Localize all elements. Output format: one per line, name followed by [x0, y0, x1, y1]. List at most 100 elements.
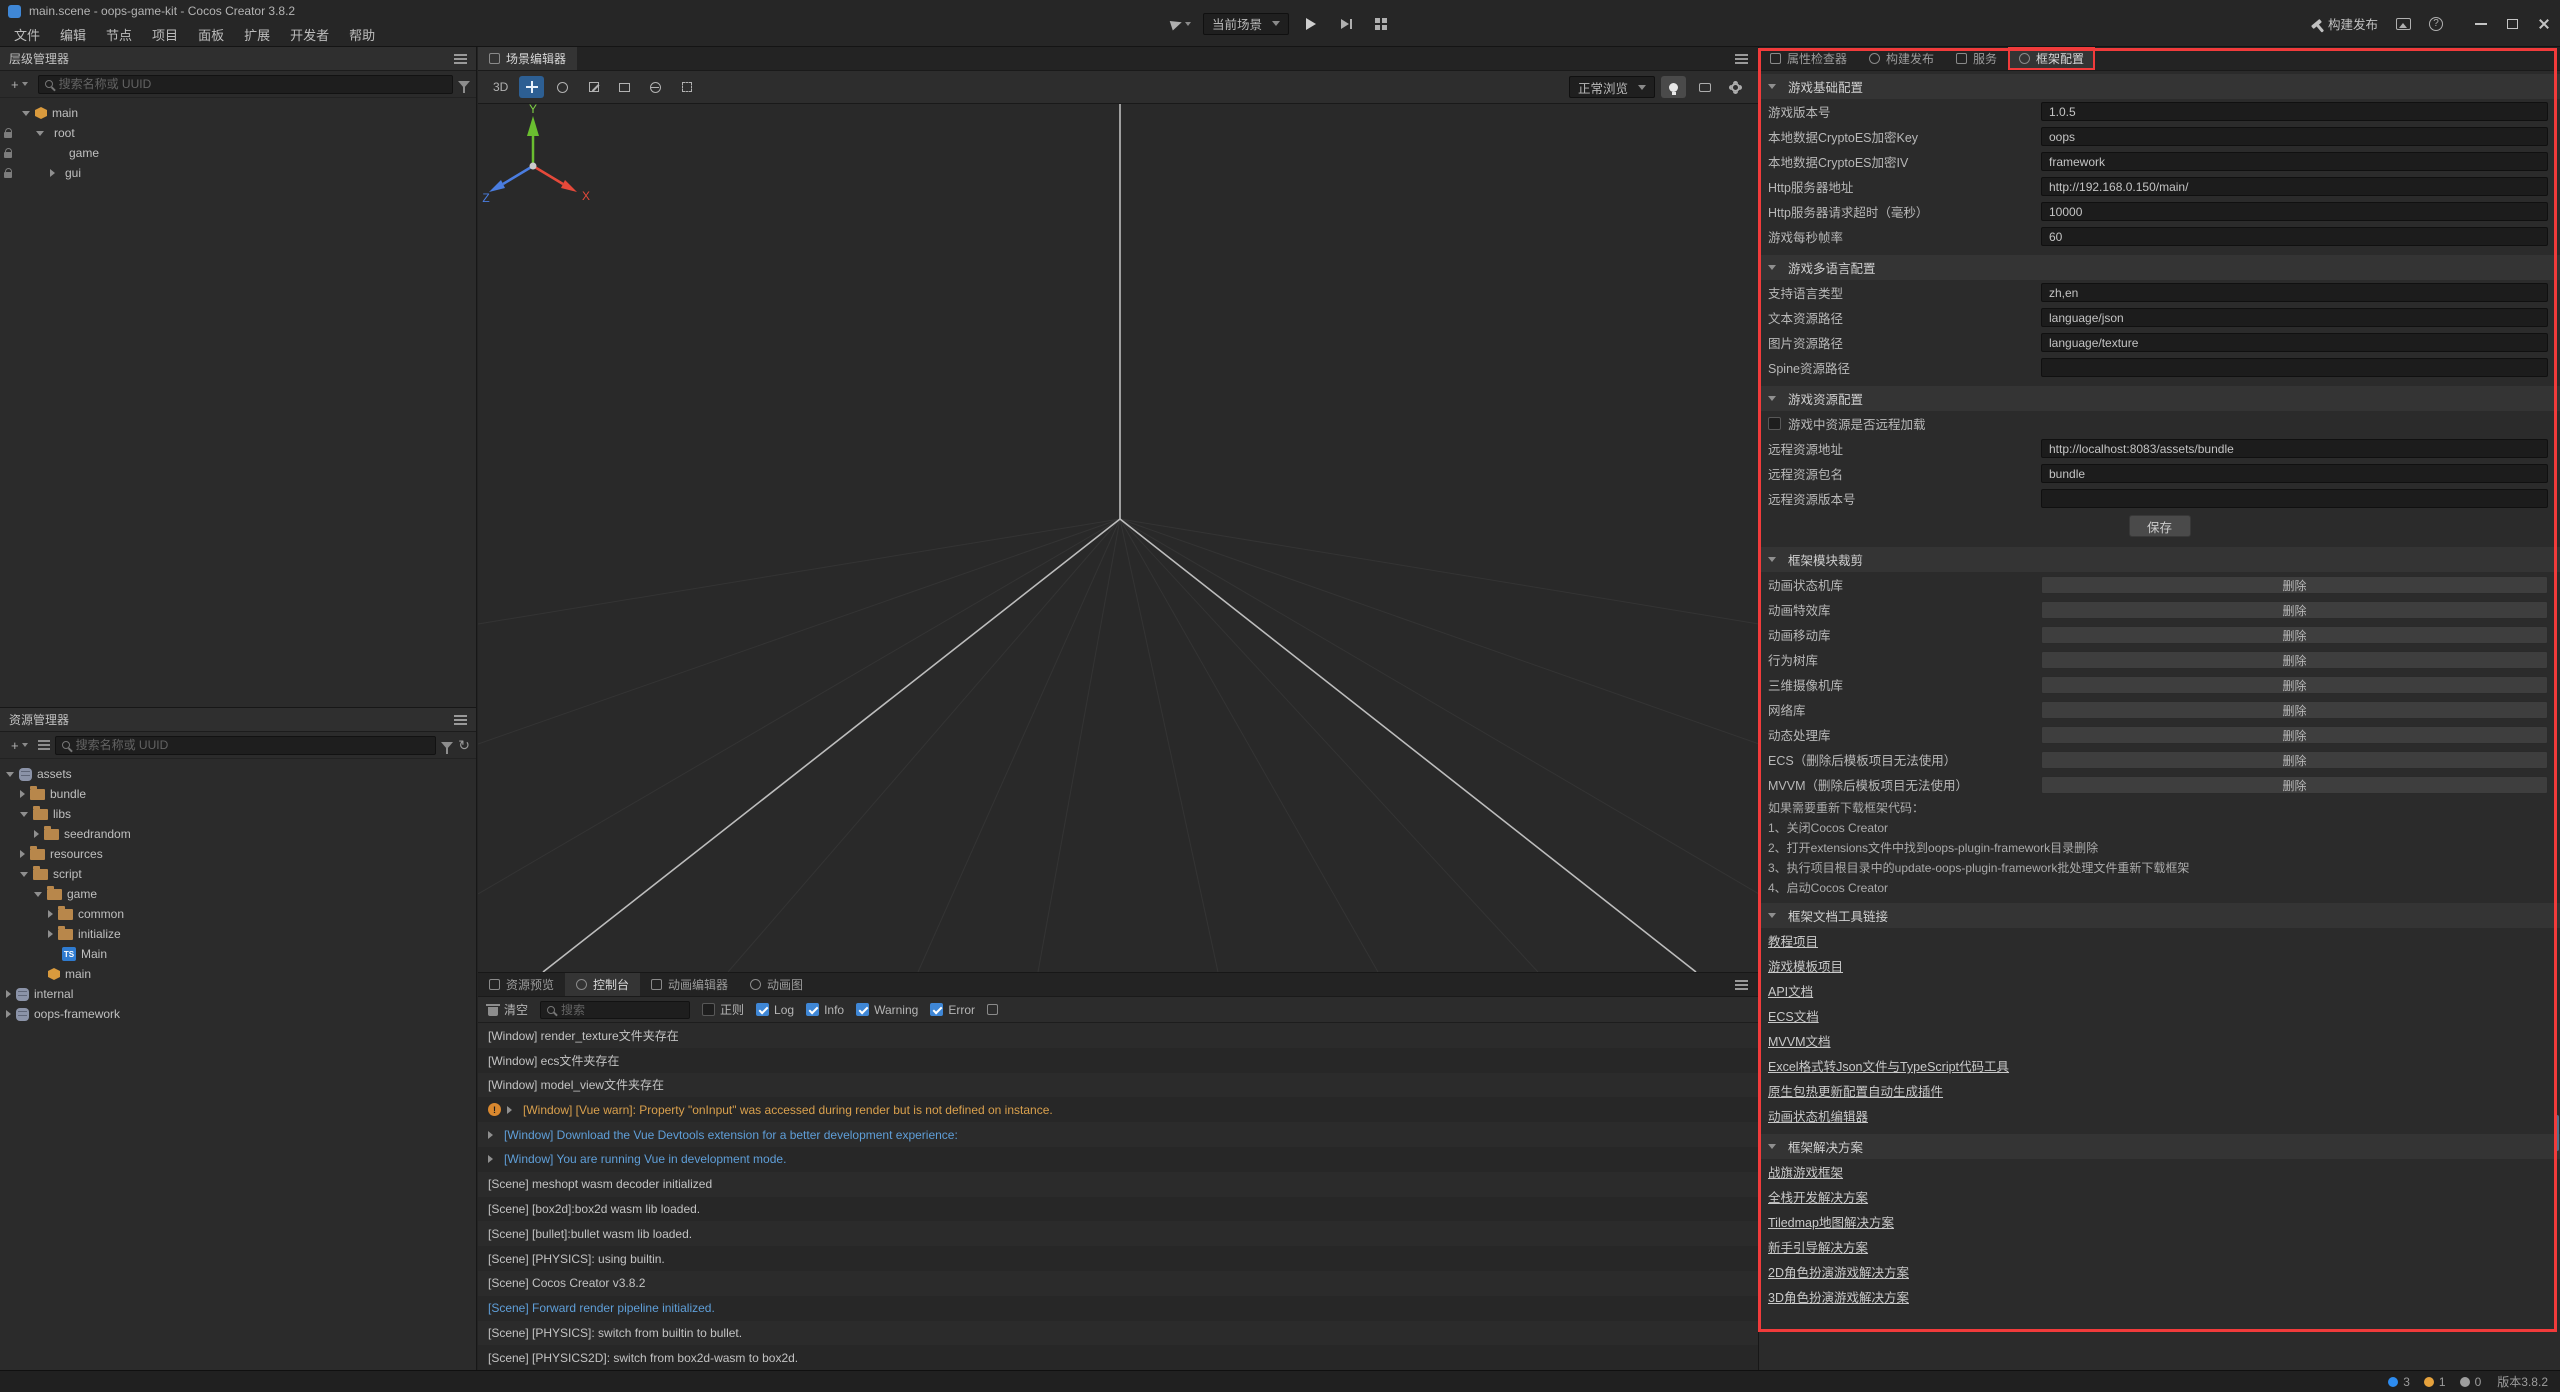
- panel-menu-icon[interactable]: [1735, 984, 1748, 986]
- move-tool-button[interactable]: [519, 76, 544, 98]
- close-button[interactable]: [2538, 18, 2550, 30]
- prop-input[interactable]: [2041, 358, 2548, 377]
- save-button[interactable]: 保存: [2129, 515, 2191, 537]
- delete-module-button[interactable]: 删除: [2041, 676, 2548, 694]
- delete-module-button[interactable]: 删除: [2041, 626, 2548, 644]
- console-tab-1[interactable]: 控制台: [565, 973, 640, 996]
- delete-module-button[interactable]: 删除: [2041, 601, 2548, 619]
- expand-caret-icon[interactable]: [488, 1155, 493, 1163]
- filter-warning[interactable]: Warning: [856, 1003, 918, 1017]
- log-row[interactable]: [Window] You are running Vue in developm…: [478, 1147, 1758, 1172]
- caret-down-icon[interactable]: [36, 131, 44, 136]
- console-search[interactable]: [540, 1001, 690, 1019]
- status-count-error[interactable]: 0: [2460, 1375, 2482, 1389]
- layout-button[interactable]: [1367, 12, 1391, 36]
- doc-link[interactable]: 游戏模板项目: [1768, 956, 1843, 975]
- log-row[interactable]: [Scene] meshopt wasm decoder initialized: [478, 1172, 1758, 1197]
- delete-module-button[interactable]: 删除: [2041, 726, 2548, 744]
- caret-right-icon[interactable]: [20, 850, 25, 858]
- delete-module-button[interactable]: 删除: [2041, 751, 2548, 769]
- asset-node-resources[interactable]: resources: [0, 844, 476, 864]
- prop-input[interactable]: [2041, 177, 2548, 196]
- section-header[interactable]: 游戏资源配置: [1759, 386, 2560, 411]
- doc-link[interactable]: API文档: [1768, 981, 1813, 1000]
- log-row[interactable]: [Window] render_texture文件夹存在: [478, 1023, 1758, 1048]
- snap-tool-button[interactable]: [674, 76, 699, 98]
- section-header[interactable]: 框架模块裁剪: [1759, 547, 2560, 572]
- menu-item[interactable]: 节点: [96, 22, 142, 47]
- expand-caret-icon[interactable]: [488, 1131, 493, 1139]
- inspector-tab-3[interactable]: 框架配置: [2008, 47, 2095, 70]
- step-button[interactable]: [1333, 12, 1357, 36]
- caret-right-icon[interactable]: [34, 830, 39, 838]
- prop-input[interactable]: [2041, 102, 2548, 121]
- log-row[interactable]: [Scene] [box2d]:box2d wasm lib loaded.: [478, 1197, 1758, 1222]
- rotate-tool-button[interactable]: [550, 76, 575, 98]
- help-icon[interactable]: [2429, 17, 2443, 31]
- preview-platform-button[interactable]: [1169, 12, 1193, 36]
- filter-icon[interactable]: [441, 742, 453, 749]
- assets-search[interactable]: [55, 736, 437, 755]
- prop-input[interactable]: [2041, 202, 2548, 221]
- filter-log[interactable]: Log: [756, 1003, 794, 1017]
- delete-module-button[interactable]: 删除: [2041, 576, 2548, 594]
- asset-node-game[interactable]: game: [0, 884, 476, 904]
- log-row[interactable]: [Window] [Vue warn]: Property "onInput" …: [478, 1097, 1758, 1122]
- caret-right-icon[interactable]: [48, 930, 53, 938]
- regex-checkbox[interactable]: 正则: [702, 1001, 744, 1018]
- doc-link[interactable]: 3D角色扮演游戏解决方案: [1768, 1287, 1909, 1306]
- hierarchy-search[interactable]: [38, 75, 453, 94]
- scene-editor-tab[interactable]: 场景编辑器: [478, 47, 577, 70]
- create-node-button[interactable]: [6, 75, 33, 94]
- log-row[interactable]: [Window] ecs文件夹存在: [478, 1048, 1758, 1073]
- prop-input[interactable]: [2041, 227, 2548, 246]
- minimize-button[interactable]: [2475, 23, 2487, 25]
- caret-right-icon[interactable]: [6, 990, 11, 998]
- maximize-button[interactable]: [2507, 19, 2518, 29]
- menu-item[interactable]: 编辑: [50, 22, 96, 47]
- lock-icon[interactable]: [4, 152, 12, 158]
- asset-node-assets[interactable]: assets: [0, 764, 476, 784]
- doc-link[interactable]: 教程项目: [1768, 931, 1818, 950]
- doc-link[interactable]: Tiledmap地图解决方案: [1768, 1212, 1894, 1231]
- doc-link[interactable]: 新手引导解决方案: [1768, 1237, 1868, 1256]
- hierarchy-node-main[interactable]: main: [0, 103, 476, 123]
- doc-link[interactable]: MVVM文档: [1768, 1031, 1831, 1050]
- prop-input[interactable]: [2041, 127, 2548, 146]
- caret-right-icon[interactable]: [50, 169, 55, 177]
- lighting-toggle-button[interactable]: [1661, 76, 1686, 98]
- panel-menu-icon[interactable]: [454, 719, 467, 721]
- menu-item[interactable]: 面板: [188, 22, 234, 47]
- prop-input[interactable]: [2041, 439, 2548, 458]
- log-row[interactable]: [Scene] [PHYSICS]: switch from builtin t…: [478, 1321, 1758, 1346]
- hierarchy-node-game[interactable]: game: [0, 143, 476, 163]
- doc-link[interactable]: 动画状态机编辑器: [1768, 1106, 1868, 1125]
- scrollbar-thumb[interactable]: [2555, 1115, 2559, 1151]
- hierarchy-search-input[interactable]: [59, 77, 446, 91]
- asset-node-script[interactable]: script: [0, 864, 476, 884]
- prop-input[interactable]: [2041, 308, 2548, 327]
- asset-node-internal[interactable]: internal: [0, 984, 476, 1004]
- caret-down-icon[interactable]: [20, 872, 28, 877]
- asset-node-libs[interactable]: libs: [0, 804, 476, 824]
- clear-console-button[interactable]: 清空: [488, 1001, 528, 1018]
- console-tab-2[interactable]: 动画编辑器: [640, 973, 739, 996]
- build-publish-button[interactable]: 构建发布: [2311, 14, 2378, 33]
- create-asset-button[interactable]: [6, 736, 33, 755]
- log-row[interactable]: [Scene] Forward render pipeline initiali…: [478, 1296, 1758, 1321]
- section-header[interactable]: 游戏多语言配置: [1759, 255, 2560, 280]
- lock-icon[interactable]: [4, 172, 12, 178]
- scene-select[interactable]: 当前场景: [1203, 13, 1289, 35]
- delete-module-button[interactable]: 删除: [2041, 701, 2548, 719]
- scale-tool-button[interactable]: [581, 76, 606, 98]
- inspector-tab-0[interactable]: 属性检查器: [1759, 47, 1858, 70]
- log-row[interactable]: [Window] model_view文件夹存在: [478, 1073, 1758, 1098]
- caret-down-icon[interactable]: [22, 111, 30, 116]
- prop-input[interactable]: [2041, 333, 2548, 352]
- asset-node-seedrandom[interactable]: seedrandom: [0, 824, 476, 844]
- asset-node-bundle[interactable]: bundle: [0, 784, 476, 804]
- toggle-3d-button[interactable]: 3D: [488, 76, 513, 98]
- log-row[interactable]: [Scene] Cocos Creator v3.8.2: [478, 1271, 1758, 1296]
- caret-right-icon[interactable]: [48, 910, 53, 918]
- caret-down-icon[interactable]: [34, 892, 42, 897]
